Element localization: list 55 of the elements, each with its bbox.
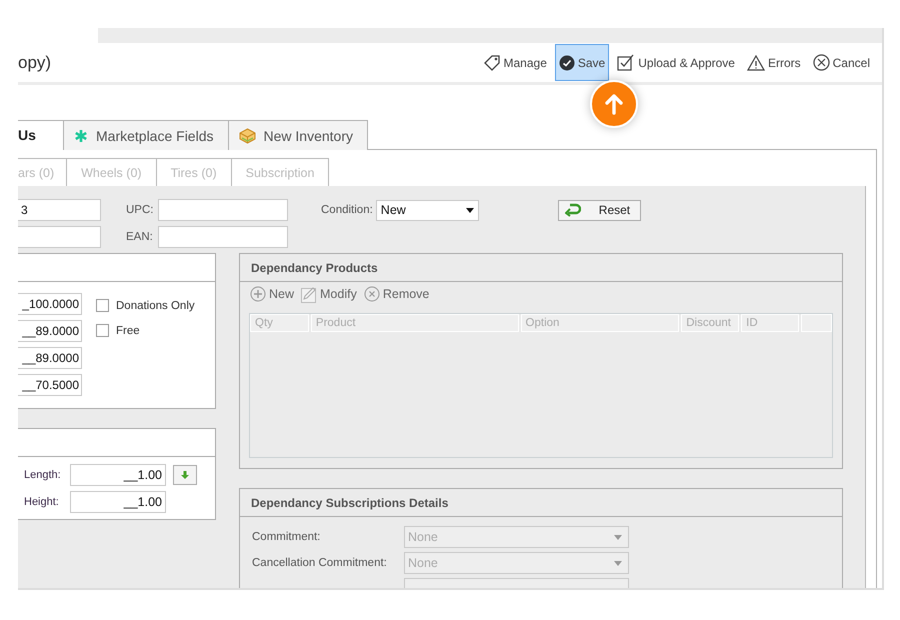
dropdown-caret-icon bbox=[614, 534, 622, 540]
down-arrow-button[interactable] bbox=[173, 465, 197, 485]
asterisk-icon bbox=[74, 128, 88, 142]
tag-icon bbox=[482, 54, 500, 70]
check-circle-icon bbox=[558, 54, 575, 70]
box-icon bbox=[238, 128, 256, 144]
tab[interactable]: Marketplace Fields bbox=[63, 120, 228, 150]
panel-title: Dependancy Subscriptions Details bbox=[251, 496, 448, 510]
toolbar-button[interactable]: Errors bbox=[742, 44, 805, 81]
dimension-field[interactable]: __1.00 bbox=[70, 464, 166, 486]
tab[interactable]: Us bbox=[18, 120, 64, 150]
up-arrow-badge-icon bbox=[590, 80, 638, 128]
field-label: Condition: bbox=[321, 204, 373, 216]
toolbar-button[interactable]: Save bbox=[554, 44, 610, 81]
price-field[interactable]: _100.0000 bbox=[18, 293, 82, 315]
input-field[interactable]: 3 bbox=[18, 199, 101, 221]
ean-field[interactable] bbox=[158, 226, 288, 248]
upc-field[interactable] bbox=[158, 199, 288, 221]
undo-arrow-icon bbox=[564, 203, 581, 217]
plus-circle-icon bbox=[250, 286, 266, 302]
panel-title: Dependancy Products bbox=[251, 260, 378, 274]
toolbar-button[interactable]: New bbox=[250, 286, 294, 302]
toolbar-button[interactable]: Cancel bbox=[808, 44, 874, 81]
condition-select[interactable]: New bbox=[376, 200, 479, 220]
price-field[interactable]: __89.0000 bbox=[18, 347, 82, 369]
dropdown-caret-icon bbox=[614, 560, 622, 566]
window-title: opy) bbox=[18, 52, 52, 72]
field-label: Cancellation Commitment: bbox=[252, 557, 388, 569]
remove-circle-icon bbox=[364, 286, 380, 302]
column-header[interactable] bbox=[801, 314, 832, 332]
toolbar-button[interactable]: Upload & Approve bbox=[613, 44, 739, 81]
dimension-field[interactable]: __1.00 bbox=[70, 491, 166, 513]
tab[interactable]: New Inventory bbox=[228, 120, 368, 150]
field-label: UPC: bbox=[126, 204, 154, 216]
warning-icon bbox=[746, 54, 765, 70]
toolbar-button[interactable]: Remove bbox=[364, 286, 430, 302]
dropdown-caret-icon bbox=[466, 208, 474, 212]
price-field[interactable]: __70.5000 bbox=[18, 374, 82, 396]
field-label: Commitment: bbox=[252, 531, 322, 543]
field-label: Length: bbox=[24, 469, 62, 481]
field-label: EAN: bbox=[126, 231, 154, 243]
reset-button[interactable]: Reset bbox=[558, 200, 641, 220]
cancel-icon bbox=[812, 54, 830, 71]
toolbar-button[interactable]: Modify bbox=[301, 286, 357, 302]
price-field[interactable]: __89.0000 bbox=[18, 320, 82, 342]
input-field[interactable] bbox=[18, 226, 101, 248]
toolbar-button[interactable]: Manage bbox=[478, 44, 551, 81]
checkbox[interactable] bbox=[96, 299, 109, 312]
checkbox-icon bbox=[617, 54, 636, 71]
checkbox-label: Free bbox=[116, 324, 140, 336]
down-arrow-icon bbox=[181, 471, 189, 479]
pencil-icon bbox=[301, 286, 318, 302]
checkbox-label: Donations Only bbox=[116, 300, 195, 312]
checkbox[interactable] bbox=[96, 324, 109, 337]
field-label: Height: bbox=[24, 496, 60, 508]
